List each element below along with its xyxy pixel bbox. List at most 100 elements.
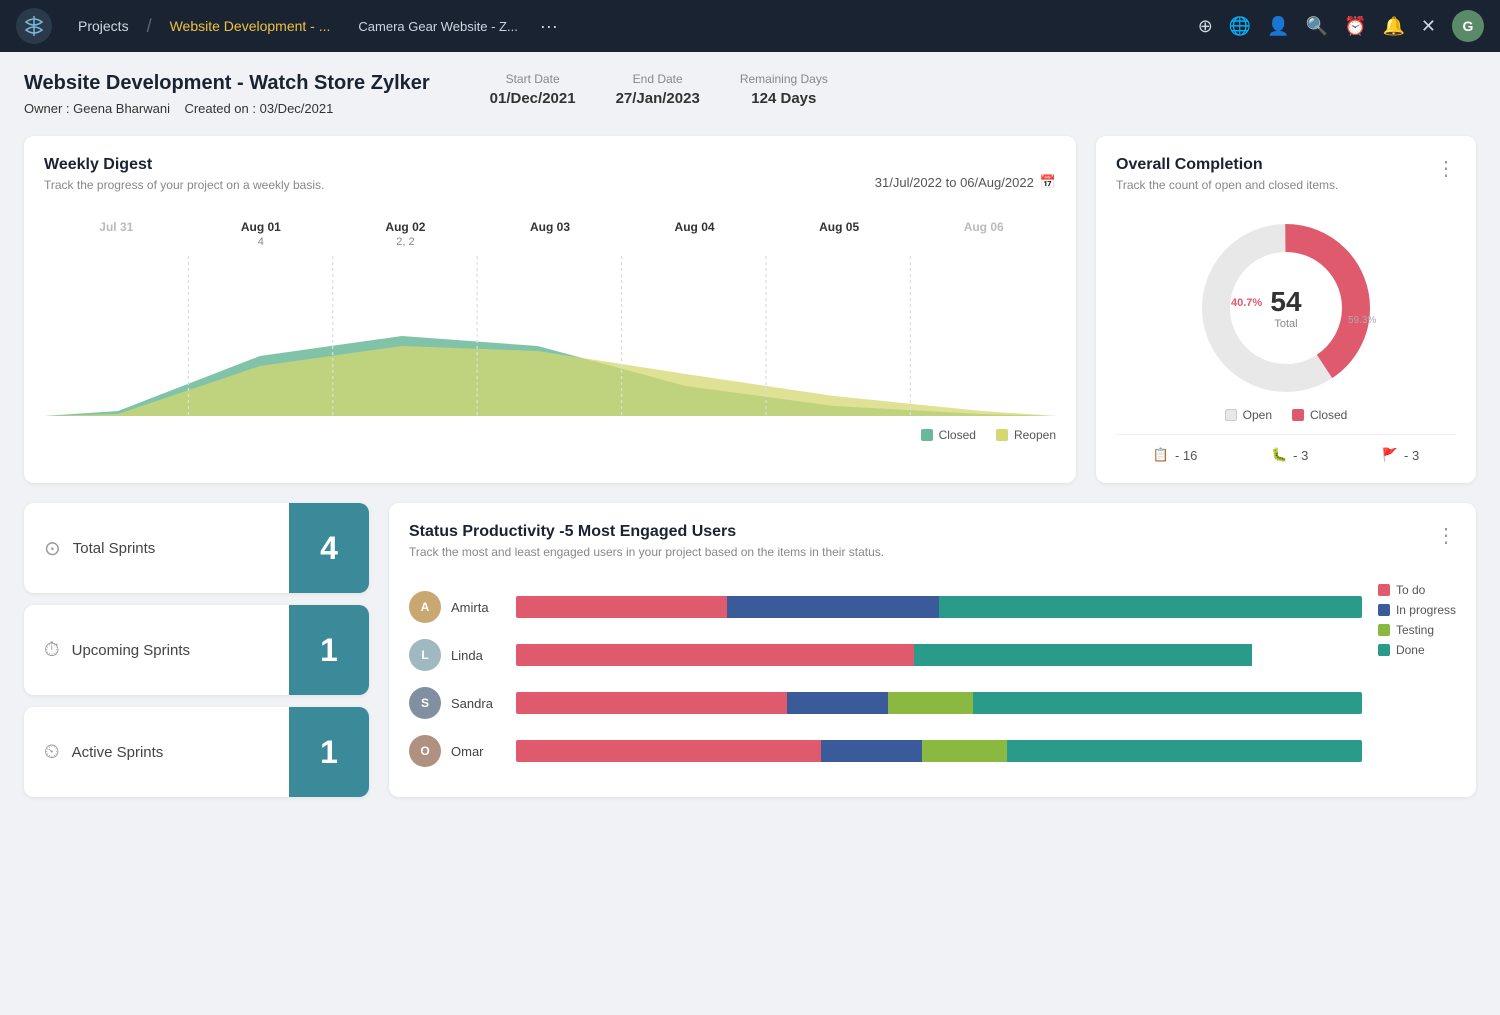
bar-segment bbox=[727, 596, 938, 618]
globe-icon[interactable]: 🌐 bbox=[1229, 16, 1251, 37]
chart-label-3: Aug 03 bbox=[478, 220, 623, 248]
project-header: Website Development - Watch Store Zylker… bbox=[24, 72, 1476, 116]
start-date-value: 01/Dec/2021 bbox=[490, 90, 576, 107]
created-date: 03/Dec/2021 bbox=[260, 101, 334, 116]
user-row: O Omar bbox=[409, 735, 1362, 767]
bar-container bbox=[516, 692, 1362, 714]
overall-completion-card: Overall Completion Track the count of op… bbox=[1096, 136, 1476, 483]
user-avatar: O bbox=[409, 735, 441, 767]
end-date-label: End Date bbox=[616, 72, 700, 86]
start-date-label: Start Date bbox=[490, 72, 576, 86]
chart-labels: Jul 31 Aug 01 4 Aug 02 2, 2 Aug 03 Aug 0 bbox=[44, 220, 1056, 248]
total-sprints-count: 4 bbox=[289, 503, 369, 593]
legend-closed-completion: Closed bbox=[1292, 408, 1347, 422]
active-sprints-card[interactable]: ⏲ Active Sprints 1 bbox=[24, 707, 369, 797]
remaining-label: Remaining Days bbox=[740, 72, 828, 86]
user-row: LLinda bbox=[409, 639, 1362, 671]
bar-segment bbox=[516, 740, 821, 762]
bar-legend-item: Testing bbox=[1378, 623, 1456, 637]
status-title: Status Productivity -5 Most Engaged User… bbox=[409, 523, 884, 541]
bar-container bbox=[516, 740, 1362, 762]
project-meta: Owner : Geena Bharwani Created on : 03/D… bbox=[24, 101, 430, 116]
chart-label-4: Aug 04 bbox=[622, 220, 767, 248]
digest-title-area: Weekly Digest Track the progress of your… bbox=[44, 156, 324, 208]
closed-legend-dot bbox=[921, 429, 933, 441]
owner-name: Geena Bharwani bbox=[73, 101, 170, 116]
topnav-right: ⊕ 🌐 👤 🔍 ⏰ 🔔 ✕ G bbox=[1198, 10, 1484, 42]
completion-subtitle: Track the count of open and closed items… bbox=[1116, 178, 1338, 192]
status-productivity-card: Status Productivity -5 Most Engaged User… bbox=[389, 503, 1476, 797]
completion-donut: 40.7% 59.3% 54 Total bbox=[1116, 218, 1456, 398]
nav-more-dots[interactable]: ··· bbox=[532, 16, 566, 37]
user-row: AAmirta bbox=[409, 591, 1362, 623]
app-logo[interactable] bbox=[16, 8, 52, 44]
digest-header: Weekly Digest Track the progress of your… bbox=[44, 156, 1056, 208]
user-avatar[interactable]: G bbox=[1452, 10, 1484, 42]
stat2-value: - 3 bbox=[1293, 448, 1308, 463]
main-content: Website Development - Watch Store Zylker… bbox=[0, 52, 1500, 817]
user-avatar: A bbox=[409, 591, 441, 623]
total-sprints-card[interactable]: ⊙ Total Sprints 4 bbox=[24, 503, 369, 593]
project-dates: Start Date 01/Dec/2021 End Date 27/Jan/2… bbox=[490, 72, 828, 107]
status-subtitle: Track the most and least engaged users i… bbox=[409, 545, 884, 559]
bar-legend-label: Testing bbox=[1396, 623, 1434, 637]
stat2-icon: 🐛 bbox=[1271, 447, 1287, 463]
bar-segment bbox=[1007, 740, 1362, 762]
bar-segment bbox=[821, 740, 923, 762]
sprint-section: ⊙ Total Sprints 4 ⏱ Upcoming Sprints 1 ⏲… bbox=[24, 503, 369, 797]
weekly-digest-card: Weekly Digest Track the progress of your… bbox=[24, 136, 1076, 483]
bar-chart-legend: To doIn progressTestingDone bbox=[1378, 583, 1456, 767]
closed-legend-label: Closed bbox=[939, 428, 976, 442]
stat1-icon: 📋 bbox=[1153, 447, 1169, 463]
calendar-icon[interactable]: 📅 bbox=[1040, 174, 1056, 190]
user-name: Omar bbox=[451, 744, 506, 759]
bell-icon[interactable]: 🔔 bbox=[1382, 16, 1404, 37]
completion-title: Overall Completion bbox=[1116, 156, 1338, 174]
sprint-icon-area-total: ⊙ Total Sprints bbox=[24, 503, 289, 593]
project-title: Website Development - Watch Store Zylker bbox=[24, 72, 430, 95]
bar-segment bbox=[888, 692, 973, 714]
nav-divider: / bbox=[147, 16, 152, 37]
upcoming-sprints-card[interactable]: ⏱ Upcoming Sprints 1 bbox=[24, 605, 369, 695]
nav-current-page[interactable]: Camera Gear Website - Z... bbox=[344, 19, 531, 34]
start-date-item: Start Date 01/Dec/2021 bbox=[490, 72, 576, 107]
reopen-legend-label: Reopen bbox=[1014, 428, 1056, 442]
user-avatar: S bbox=[409, 687, 441, 719]
topnav: Projects / Website Development - ... Cam… bbox=[0, 0, 1500, 52]
nav-projects[interactable]: Projects bbox=[64, 18, 143, 34]
bar-segment bbox=[914, 644, 1252, 666]
sprint-timer-icon: ⊙ bbox=[44, 536, 61, 561]
digest-date-range[interactable]: 31/Jul/2022 to 06/Aug/2022 📅 bbox=[875, 174, 1056, 190]
user-name: Linda bbox=[451, 648, 506, 663]
add-icon[interactable]: ⊕ bbox=[1198, 16, 1213, 37]
stat3-value: - 3 bbox=[1404, 448, 1419, 463]
legend-open: Open bbox=[1225, 408, 1272, 422]
search-icon[interactable]: 🔍 bbox=[1306, 16, 1328, 37]
status-menu-dots[interactable]: ⋮ bbox=[1436, 523, 1456, 548]
active-sprints-count: 1 bbox=[289, 707, 369, 797]
remaining-days-item: Remaining Days 124 Days bbox=[740, 72, 828, 107]
sprint-active-icon: ⏲ bbox=[44, 741, 60, 764]
completion-legend: Open Closed bbox=[1116, 408, 1456, 422]
reopen-legend-dot bbox=[996, 429, 1008, 441]
digest-title: Weekly Digest bbox=[44, 156, 324, 174]
upcoming-sprints-label: Upcoming Sprints bbox=[72, 642, 190, 659]
stat-flags: 🚩 - 3 bbox=[1382, 447, 1419, 463]
end-date-value: 27/Jan/2023 bbox=[616, 90, 700, 107]
completion-menu-dots[interactable]: ⋮ bbox=[1436, 156, 1456, 181]
upcoming-sprints-count: 1 bbox=[289, 605, 369, 695]
bar-segment bbox=[922, 740, 1007, 762]
digest-subtitle: Track the progress of your project on a … bbox=[44, 178, 324, 192]
dashboard-grid: Weekly Digest Track the progress of your… bbox=[24, 136, 1476, 483]
bar-legend-item: Done bbox=[1378, 643, 1456, 657]
close-icon[interactable]: ✕ bbox=[1421, 16, 1436, 37]
clock-icon[interactable]: ⏰ bbox=[1344, 16, 1366, 37]
chart-label-5: Aug 05 bbox=[767, 220, 912, 248]
open-label: Open bbox=[1243, 408, 1272, 422]
svg-text:40.7%: 40.7% bbox=[1231, 297, 1262, 309]
donut-center: 54 Total bbox=[1270, 286, 1301, 330]
total-sprints-label: Total Sprints bbox=[73, 540, 156, 557]
closed-label: Closed bbox=[1310, 408, 1347, 422]
nav-active-tab[interactable]: Website Development - ... bbox=[156, 18, 345, 34]
user-icon[interactable]: 👤 bbox=[1267, 16, 1289, 37]
